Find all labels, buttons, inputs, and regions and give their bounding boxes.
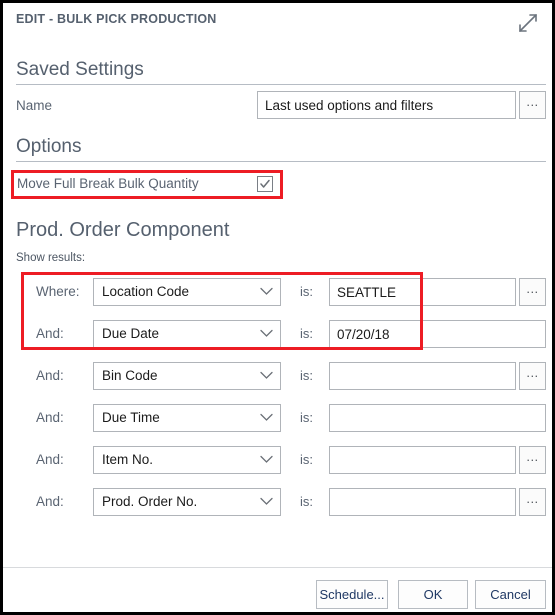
- filter-row-3-value-input[interactable]: [329, 404, 546, 432]
- move-full-break-bulk-quantity-label: Move Full Break Bulk Quantity: [17, 176, 199, 191]
- filter-row-3-field-dropdown[interactable]: Due Time: [93, 404, 281, 432]
- filter-row-1-field-dropdown[interactable]: Due Date: [93, 320, 281, 348]
- dialog-titlebar: EDIT - BULK PICK PRODUCTION: [3, 3, 552, 47]
- filter-row-3-operator: is:: [300, 410, 313, 425]
- filter-row-0-field-value: Location Code: [102, 284, 190, 299]
- filter-row-4-assist-label: ...: [526, 449, 539, 464]
- filter-row-4-value-input[interactable]: [329, 446, 516, 474]
- expand-diagonal-icon[interactable]: [514, 9, 542, 37]
- filter-row-0-value-input[interactable]: [329, 278, 516, 306]
- filter-row-1-value-input[interactable]: [329, 320, 546, 348]
- filter-row-5-value-input[interactable]: [329, 488, 516, 516]
- name-assist-label: ...: [526, 94, 539, 109]
- filter-row-5-field-value: Prod. Order No.: [102, 494, 198, 509]
- saved-settings-header: Saved Settings: [16, 59, 144, 80]
- filter-row-0-conjunction: Where:: [36, 284, 80, 299]
- dialog-title: EDIT - BULK PICK PRODUCTION: [16, 12, 217, 26]
- ok-button[interactable]: OK: [398, 580, 468, 609]
- prod-order-component-header: Prod. Order Component: [16, 219, 230, 241]
- filter-row-5-assist-label: ...: [526, 491, 539, 506]
- filter-row-2-field-dropdown[interactable]: Bin Code: [93, 362, 281, 390]
- edit-bulk-pick-production-dialog: EDIT - BULK PICK PRODUCTION Saved Settin…: [0, 0, 555, 615]
- filter-row-3-conjunction: And:: [36, 410, 64, 425]
- schedule-button[interactable]: Schedule...: [316, 580, 388, 609]
- chevron-down-icon: [260, 371, 273, 380]
- name-input[interactable]: [257, 91, 516, 119]
- footer-divider: [3, 567, 552, 568]
- filter-row-4-conjunction: And:: [36, 452, 64, 467]
- filter-row-5-assist-button[interactable]: ...: [519, 488, 546, 516]
- filter-row-0-assist-button[interactable]: ...: [519, 278, 546, 306]
- filter-row-1-conjunction: And:: [36, 326, 64, 341]
- options-divider: [16, 161, 546, 162]
- name-assist-button[interactable]: ...: [519, 91, 546, 119]
- checkmark-icon: [260, 179, 270, 188]
- filter-row-5-field-dropdown[interactable]: Prod. Order No.: [93, 488, 281, 516]
- filter-row-4-operator: is:: [300, 452, 313, 467]
- filter-row-5-conjunction: And:: [36, 494, 64, 509]
- filter-row-2-value-input[interactable]: [329, 362, 516, 390]
- filter-row-2-field-value: Bin Code: [102, 368, 158, 383]
- chevron-down-icon: [260, 287, 273, 296]
- chevron-down-icon: [260, 329, 273, 338]
- filter-row-1-operator: is:: [300, 326, 313, 341]
- filter-row-4-field-dropdown[interactable]: Item No.: [93, 446, 281, 474]
- move-full-break-bulk-quantity-checkbox[interactable]: [257, 176, 273, 192]
- saved-settings-divider: [16, 84, 546, 85]
- filter-row-4-assist-button[interactable]: ...: [519, 446, 546, 474]
- chevron-down-icon: [260, 497, 273, 506]
- filter-row-0-field-dropdown[interactable]: Location Code: [93, 278, 281, 306]
- chevron-down-icon: [260, 455, 273, 464]
- show-results-label: Show results:: [16, 252, 86, 264]
- filter-row-2-operator: is:: [300, 368, 313, 383]
- filter-row-2-assist-label: ...: [526, 365, 539, 380]
- options-header: Options: [16, 136, 82, 157]
- name-label: Name: [16, 98, 53, 113]
- cancel-button[interactable]: Cancel: [475, 580, 546, 609]
- filter-row-0-assist-label: ...: [526, 281, 539, 296]
- filter-row-2-assist-button[interactable]: ...: [519, 362, 546, 390]
- filter-row-5-operator: is:: [300, 494, 313, 509]
- filter-row-0-operator: is:: [300, 284, 313, 299]
- filter-row-1-field-value: Due Date: [102, 326, 160, 341]
- chevron-down-icon: [260, 413, 273, 422]
- filter-row-3-field-value: Due Time: [102, 410, 160, 425]
- filter-row-2-conjunction: And:: [36, 368, 64, 383]
- filter-row-4-field-value: Item No.: [102, 452, 154, 467]
